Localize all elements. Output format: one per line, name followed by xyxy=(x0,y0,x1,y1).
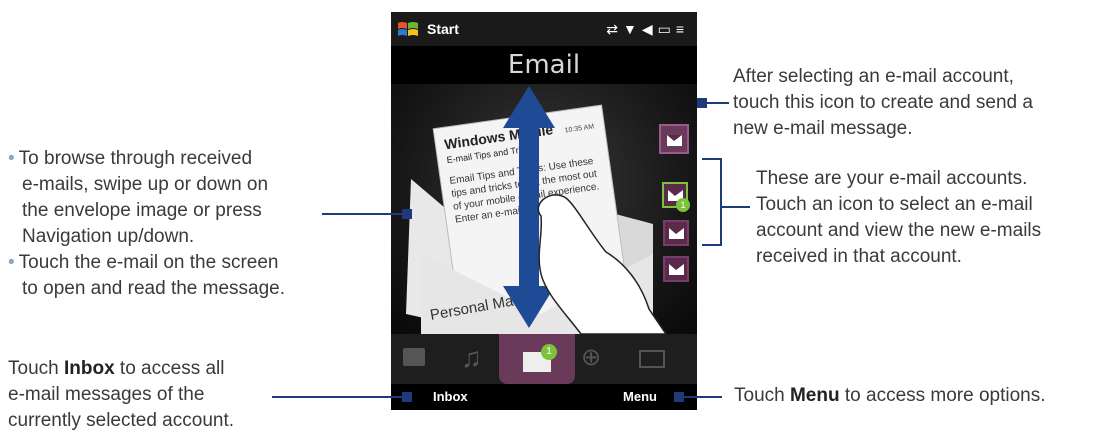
callout-text: Touch xyxy=(734,385,790,406)
callout-bold: Inbox xyxy=(63,358,115,379)
menu-icon: ≡ xyxy=(675,21,689,37)
menu-softkey[interactable]: Menu xyxy=(623,389,657,404)
unread-badge: 1 xyxy=(676,198,690,212)
email-account-1[interactable]: 1 xyxy=(662,182,690,212)
callout-line: currently selected account. xyxy=(8,410,235,431)
accounts-callout: These are your e-mail accounts. Touch an… xyxy=(756,166,1041,270)
callout-line: the envelope image or press xyxy=(22,200,262,221)
inbox-softkey[interactable]: Inbox xyxy=(433,389,468,404)
envelope-icon xyxy=(669,264,684,275)
softkey-bar: Inbox Menu xyxy=(391,384,697,410)
callout-line: received in that account. xyxy=(756,246,962,267)
bullet-icon: • xyxy=(8,252,15,273)
callout-marker xyxy=(697,98,707,108)
envelope-icon xyxy=(669,228,684,239)
email-account-2[interactable] xyxy=(663,220,689,246)
internet-icon[interactable]: ⊕ xyxy=(581,346,601,370)
compose-email-button[interactable] xyxy=(659,124,689,154)
callout-leader xyxy=(684,396,722,398)
callout-line: to open and read the message. xyxy=(22,278,286,299)
callout-text: to access more options. xyxy=(839,385,1046,406)
start-label[interactable]: Start xyxy=(427,21,459,37)
callout-marker xyxy=(402,392,412,402)
compose-callout: After selecting an e-mail account, touch… xyxy=(733,64,1033,142)
compose-icon xyxy=(667,135,682,146)
callout-line: account and view the new e-mails xyxy=(756,220,1042,241)
tab-title: Email xyxy=(507,50,581,80)
windows-start-icon[interactable] xyxy=(397,20,419,38)
email-stack-illustration[interactable]: Windows Mobile 10:35 AM E-mail Tips and … xyxy=(391,84,697,338)
sync-icon: ⇄ xyxy=(606,21,623,37)
status-bar: Start ⇄▼◀▭≡ xyxy=(391,12,697,46)
callout-leader xyxy=(707,102,729,104)
callout-text: to access all xyxy=(114,358,225,379)
phone-screen: Start ⇄▼◀▭≡ Email Windows Mobile 10:35 A… xyxy=(391,12,697,410)
tab-bar: ♫ 1 ⊕ xyxy=(391,326,697,384)
callout-bracket-bottom xyxy=(702,244,722,246)
callout-bracket-top xyxy=(702,158,722,160)
callout-leader xyxy=(720,206,750,208)
menu-callout: Touch Menu to access more options. xyxy=(734,383,1046,409)
message-icon[interactable] xyxy=(403,348,425,366)
inbox-callout: Touch Inbox to access all e-mail message… xyxy=(8,356,234,434)
email-account-3[interactable] xyxy=(663,256,689,282)
browse-callout: • To browse through received e-mails, swi… xyxy=(8,146,285,302)
callout-line: Touch an icon to select an e-mail xyxy=(756,194,1033,215)
volume-icon: ◀ xyxy=(641,21,658,37)
callout-marker xyxy=(402,209,412,219)
camera-icon[interactable] xyxy=(639,350,665,368)
callout-line: After selecting an e-mail account, xyxy=(733,66,1014,87)
callout-line: e-mails, swipe up or down on xyxy=(22,174,269,195)
callout-line: e-mail messages of the xyxy=(8,384,205,405)
signal-icon: ▼ xyxy=(622,21,642,37)
callout-line: touch this icon to create and send a xyxy=(733,92,1033,113)
callout-line: new e-mail message. xyxy=(733,118,913,139)
callout-line: Navigation up/down. xyxy=(22,226,195,247)
bullet-icon: • xyxy=(8,148,15,169)
callout-marker xyxy=(674,392,684,402)
music-icon[interactable]: ♫ xyxy=(461,344,482,372)
status-icons: ⇄▼◀▭≡ xyxy=(606,21,689,38)
callout-leader xyxy=(272,396,402,398)
battery-icon: ▭ xyxy=(657,21,676,37)
callout-bold: Menu xyxy=(789,385,840,406)
callout-bracket xyxy=(720,158,722,246)
tab-email-badge: 1 xyxy=(541,344,557,360)
callout-line: These are your e-mail accounts. xyxy=(756,168,1028,189)
callout-line: To browse through received xyxy=(18,148,253,169)
callout-text: Touch xyxy=(8,358,64,379)
email-content-area[interactable]: Windows Mobile 10:35 AM E-mail Tips and … xyxy=(391,84,697,338)
callout-line: Touch the e-mail on the screen xyxy=(18,252,279,273)
callout-leader xyxy=(322,213,402,215)
